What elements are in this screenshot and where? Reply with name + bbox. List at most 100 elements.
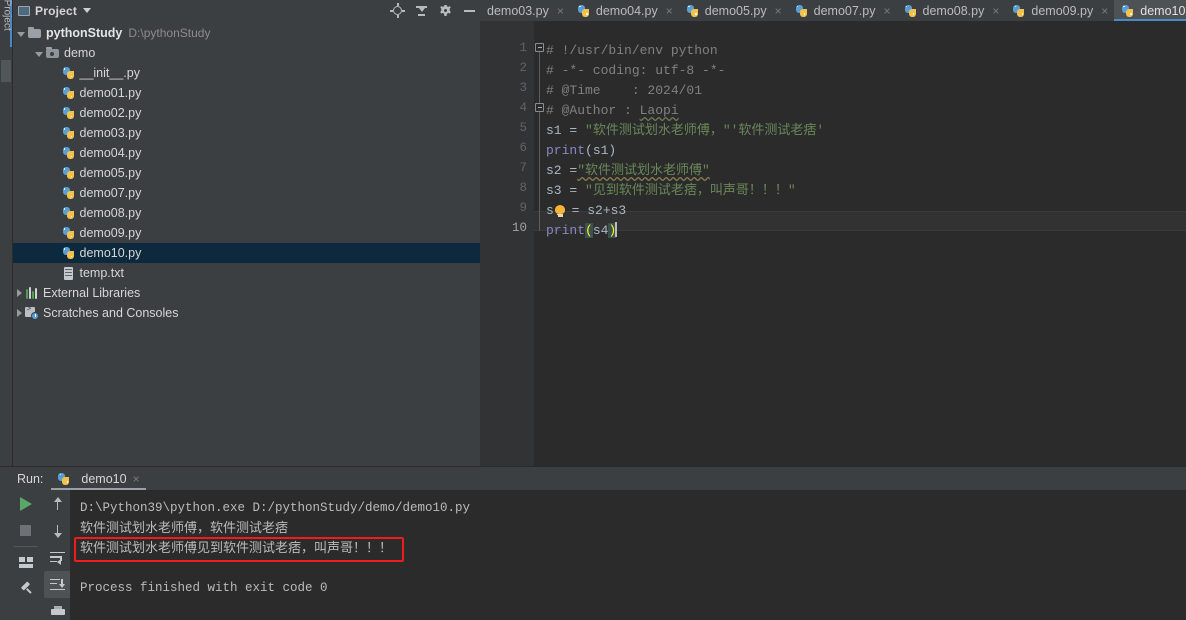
editor-tab-label: demo08.py — [922, 3, 985, 18]
run-panel-label: Run: — [17, 471, 44, 486]
tree-row[interactable]: demo08.py — [13, 203, 480, 223]
tree-row-label: demo01.py — [79, 86, 142, 100]
tree-row[interactable]: pythonStudy D:\pythonStudy — [13, 23, 480, 43]
locate-icon[interactable] — [390, 3, 405, 18]
tree-row[interactable]: demo07.py — [13, 183, 480, 203]
scroll-to-end-button[interactable] — [43, 571, 72, 598]
chevron-right-icon[interactable] — [17, 309, 22, 317]
chevron-down-icon[interactable] — [83, 8, 92, 13]
tree-row[interactable]: __init__.py — [13, 63, 480, 83]
code-line-7: s2 ="软件测试划水老师傅" — [546, 163, 710, 178]
print-button[interactable] — [44, 598, 72, 620]
editor-tab[interactable]: demo08.py × — [897, 0, 1006, 21]
python-file-icon — [62, 86, 76, 100]
scroll-down-button[interactable] — [44, 517, 72, 544]
tree-row[interactable]: demo10.py — [13, 243, 480, 263]
tree-row-label: External Libraries — [43, 286, 141, 300]
tree-row-label: demo04.py — [79, 146, 142, 160]
tree-row[interactable]: demo09.py — [13, 223, 480, 243]
editor-tab[interactable]: demo03.py × — [480, 0, 570, 21]
python-file-icon — [57, 472, 71, 486]
pin-icon — [19, 580, 33, 597]
tree-row[interactable]: demo04.py — [13, 143, 480, 163]
output-line-2: 软件测试划水老师傅，软件测试老痞 — [80, 520, 289, 535]
tree-row[interactable]: demo01.py — [13, 83, 480, 103]
python-file-icon — [62, 246, 76, 260]
code-line-1: # !/usr/bin/env python — [546, 43, 718, 58]
editor-tab-label: demo09.py — [1031, 3, 1094, 18]
editor-tab[interactable]: demo05.py × — [679, 0, 788, 21]
close-icon[interactable]: × — [133, 472, 140, 486]
print-icon — [50, 605, 65, 618]
python-file-icon — [62, 206, 76, 220]
tree-row[interactable]: External Libraries — [13, 283, 480, 303]
project-panel-toolbar — [390, 0, 477, 21]
editor-tab[interactable]: demo04.py × — [570, 0, 679, 21]
vertical-tab-project[interactable]: 1: Project — [1, 0, 14, 32]
gear-icon[interactable] — [438, 3, 453, 18]
run-tab-row: Run: demo10 × — [0, 467, 1186, 490]
editor-area: demo03.py × demo04.py × demo05.py × demo07.py ×… — [480, 0, 1186, 466]
scroll-up-button[interactable] — [44, 490, 72, 517]
code-editor[interactable]: 1 2 3 4 5 6 7 8 9 10 # !/usr/bin/env pyt… — [480, 21, 1186, 466]
lightbulb-icon[interactable] — [554, 205, 566, 217]
code-line-4: # @Author : Laopi — [546, 103, 679, 118]
chevron-down-icon[interactable] — [17, 31, 25, 37]
output-line-1: D:\Python39\python.exe D:/pythonStudy/de… — [80, 501, 471, 515]
fold-box-2[interactable] — [535, 103, 544, 112]
tree-row[interactable]: Scratches and Consoles — [13, 303, 480, 323]
pin-button[interactable] — [12, 576, 40, 603]
run-tab-demo10[interactable]: demo10 × — [51, 467, 146, 490]
play-icon — [19, 496, 32, 511]
collapse-all-icon[interactable] — [414, 3, 429, 18]
editor-tab[interactable]: demo10.py× — [1114, 0, 1186, 21]
editor-tab[interactable]: demo09.py × — [1005, 0, 1114, 21]
toolbar-divider — [13, 546, 38, 547]
run-button[interactable] — [12, 490, 40, 517]
close-icon[interactable]: × — [992, 4, 999, 18]
output-line-4 — [80, 558, 1186, 578]
close-icon[interactable]: × — [775, 4, 782, 18]
python-file-icon — [62, 66, 76, 80]
soft-wrap-button[interactable] — [44, 544, 72, 571]
source-folder-icon — [46, 46, 60, 60]
project-panel: Project pythonStudy D:\pythonStudy demo __i… — [13, 0, 480, 466]
run-tab-label: demo10 — [81, 471, 127, 486]
close-icon[interactable]: × — [1101, 4, 1108, 18]
layout-button[interactable] — [12, 549, 40, 576]
code-folding-strip[interactable] — [535, 21, 545, 466]
project-window-icon — [18, 5, 30, 16]
tree-row[interactable]: temp.txt — [13, 263, 480, 283]
python-file-icon — [686, 4, 700, 18]
tree-row[interactable]: demo05.py — [13, 163, 480, 183]
chevron-down-icon[interactable] — [35, 51, 43, 57]
tree-row[interactable]: demo02.py — [13, 103, 480, 123]
close-icon[interactable]: × — [557, 4, 564, 18]
chevron-right-icon[interactable] — [17, 289, 22, 297]
python-file-icon — [904, 4, 918, 18]
tree-row-label: demo05.py — [79, 166, 142, 180]
fold-box-1[interactable] — [535, 43, 544, 52]
stop-button[interactable] — [12, 517, 40, 544]
close-icon[interactable]: × — [883, 4, 890, 18]
code-line-3: # @Time : 2024/01 — [546, 83, 703, 98]
code-line-2: # -*- coding: utf-8 -*- — [546, 63, 726, 78]
editor-tab-label: demo03.py — [487, 3, 549, 18]
run-console-output[interactable]: D:\Python39\python.exe D:/pythonStudy/de… — [70, 490, 1186, 620]
minimize-icon[interactable] — [462, 3, 477, 18]
tree-row[interactable]: demo03.py — [13, 123, 480, 143]
code-line-8: s3 = "见到软件测试老痞，叫声哥！！！" — [546, 183, 796, 198]
python-file-icon — [62, 166, 76, 180]
project-panel-title: Project — [35, 3, 78, 18]
editor-tab[interactable]: demo07.py × — [788, 0, 897, 21]
output-line-3: 软件测试划水老师傅见到软件测试老痞，叫声哥！！！ — [80, 540, 393, 555]
tree-row-path: D:\pythonStudy — [128, 26, 211, 40]
close-icon[interactable]: × — [666, 4, 673, 18]
tree-row-label: demo09.py — [79, 226, 142, 240]
python-file-icon — [795, 4, 809, 18]
arrow-down-icon — [52, 524, 64, 538]
libraries-icon — [25, 286, 39, 300]
tree-row[interactable]: demo — [13, 43, 480, 63]
project-title-group[interactable]: Project — [13, 3, 92, 18]
output-line-5: Process finished with exit code 0 — [80, 581, 328, 595]
